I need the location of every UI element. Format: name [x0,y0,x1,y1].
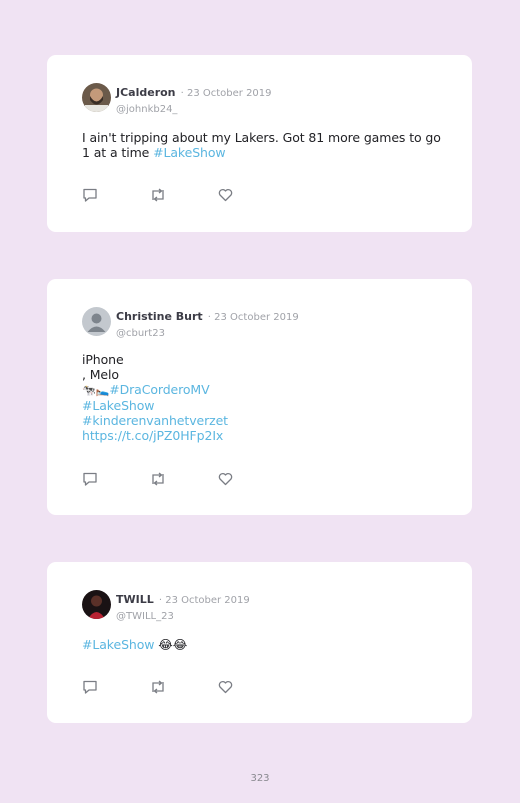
tweet-text-line: , Melo [82,367,119,382]
like-icon[interactable] [218,472,233,486]
author-name[interactable]: TWILL [116,593,154,606]
tweet-header: Christine Burt · 23 October 2019 @cburt2… [116,308,299,340]
tweet-text-line: iPhone [82,352,124,367]
author-name[interactable]: Christine Burt [116,310,203,323]
reply-icon[interactable] [82,472,98,486]
hashtag-link[interactable]: #LakeShow [82,637,155,652]
tweet-date: · 23 October 2019 [158,595,250,606]
hashtag-link[interactable]: #LakeShow [153,145,226,160]
author-handle[interactable]: @cburt23 [116,328,165,339]
tweet-text: iPhone , Melo 🐄🛌#DraCorderoMV #LakeShow … [82,352,442,443]
tweet-date: · 23 October 2019 [180,88,272,99]
url-link[interactable]: https://t.co/jPZ0HFp2Ix [82,428,442,443]
tweet-text-line: 🐄🛌#DraCorderoMV [82,382,442,398]
tweet-text-plain: I ain't tripping about my Lakers. Got 81… [82,130,441,160]
emoji: 🐄🛌 [82,384,110,397]
tweet-text: I ain't tripping about my Lakers. Got 81… [82,130,442,160]
author-name[interactable]: JCalderon [116,86,176,99]
like-icon[interactable] [218,188,233,202]
tweet-card: TWILL · 23 October 2019 @TWILL_23 #LakeS… [47,562,472,723]
tweet-date: · 23 October 2019 [207,312,299,323]
like-icon[interactable] [218,680,233,694]
tweet-card: JCalderon · 23 October 2019 @johnkb24_ I… [47,55,472,232]
reply-icon[interactable] [82,680,98,694]
hashtag-link[interactable]: #kinderenvanhetverzet [82,413,442,428]
tweet-card: Christine Burt · 23 October 2019 @cburt2… [47,279,472,515]
hashtag-link[interactable]: #DraCorderoMV [109,382,209,397]
author-handle[interactable]: @TWILL_23 [116,611,174,622]
retweet-icon[interactable] [149,680,167,694]
avatar[interactable] [82,307,111,336]
tweet-header: JCalderon · 23 October 2019 @johnkb24_ [116,84,272,116]
tweet-text: #LakeShow 😂😂 [82,637,442,652]
retweet-icon[interactable] [149,188,167,202]
author-handle[interactable]: @johnkb24_ [116,104,177,115]
emoji: 😂😂 [154,637,188,652]
hashtag-link[interactable]: #LakeShow [82,398,442,413]
avatar[interactable] [82,590,111,619]
reply-icon[interactable] [82,188,98,202]
retweet-icon[interactable] [149,472,167,486]
tweet-header: TWILL · 23 October 2019 @TWILL_23 [116,591,250,623]
page-number: 323 [250,773,270,784]
avatar[interactable] [82,83,111,112]
